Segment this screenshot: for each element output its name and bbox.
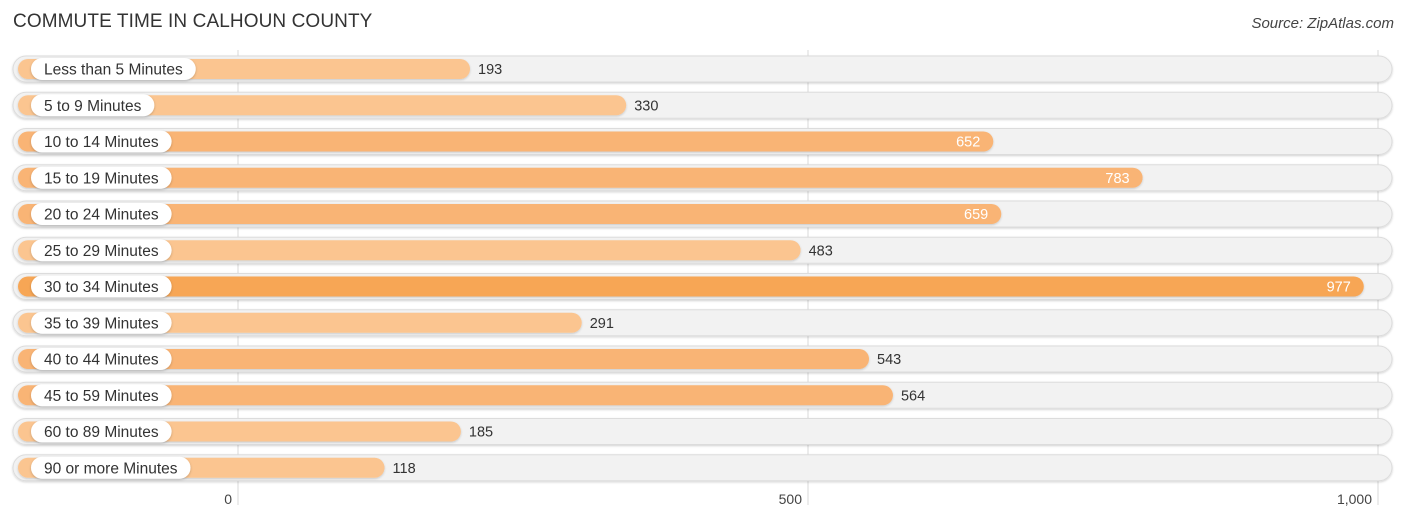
category-label: 5 to 9 Minutes xyxy=(44,98,142,115)
value-label: 291 xyxy=(590,316,614,332)
bar-chart: Less than 5 Minutes 193 5 to 9 Minutes 330 1… xyxy=(12,50,1393,507)
value-label: 977 xyxy=(1327,280,1351,296)
bar-row: 5 to 9 Minutes 330 xyxy=(12,91,1393,119)
bar-row: 40 to 44 Minutes 543 xyxy=(12,345,1393,373)
value-label: 659 xyxy=(964,207,988,223)
value-label: 652 xyxy=(956,135,980,151)
x-tick-label: 500 xyxy=(779,491,803,507)
category-label: 45 to 59 Minutes xyxy=(44,388,159,405)
value-label: 118 xyxy=(393,461,416,477)
bar-row: 15 to 19 Minutes 783 xyxy=(12,164,1393,192)
value-label: 483 xyxy=(809,243,833,259)
x-tick-label: 0 xyxy=(224,491,232,507)
category-label: 20 to 24 Minutes xyxy=(44,207,159,224)
bar-row: Less than 5 Minutes 193 xyxy=(12,55,1393,83)
value-label: 783 xyxy=(1105,171,1129,187)
category-label: 90 or more Minutes xyxy=(44,460,178,477)
value-label: 543 xyxy=(877,352,901,368)
bar-row: 20 to 24 Minutes 659 xyxy=(12,200,1393,228)
value-label: 330 xyxy=(634,98,658,114)
bar-row: 60 to 89 Minutes 185 xyxy=(12,418,1393,445)
category-label: 15 to 19 Minutes xyxy=(44,170,159,187)
category-label: 25 to 29 Minutes xyxy=(44,243,159,260)
category-label: 35 to 39 Minutes xyxy=(44,315,159,332)
bar xyxy=(18,167,1143,188)
value-label: 193 xyxy=(478,62,502,78)
x-axis-ticks: 0 500 1,000 xyxy=(224,491,1372,507)
category-label: 30 to 34 Minutes xyxy=(44,279,159,296)
bar-rows: Less than 5 Minutes 193 5 to 9 Minutes 330 1… xyxy=(12,55,1393,482)
bar-row: 90 or more Minutes 118 xyxy=(12,454,1393,482)
bar-row: 30 to 34 Minutes 977 xyxy=(12,273,1393,300)
bar-row: 45 to 59 Minutes 564 xyxy=(12,381,1393,409)
category-label: Less than 5 Minutes xyxy=(44,62,183,79)
x-tick-label: 1,000 xyxy=(1337,491,1372,507)
bar-row: 25 to 29 Minutes 483 xyxy=(12,236,1393,264)
bar xyxy=(18,276,1364,297)
bar-row: 35 to 39 Minutes 291 xyxy=(12,309,1393,337)
value-label: 564 xyxy=(901,388,925,404)
category-label: 40 to 44 Minutes xyxy=(44,352,159,369)
category-label: 10 to 14 Minutes xyxy=(44,134,159,151)
bar-row: 10 to 14 Minutes 652 xyxy=(12,128,1393,155)
category-label: 60 to 89 Minutes xyxy=(44,424,159,441)
value-label: 185 xyxy=(469,425,493,441)
